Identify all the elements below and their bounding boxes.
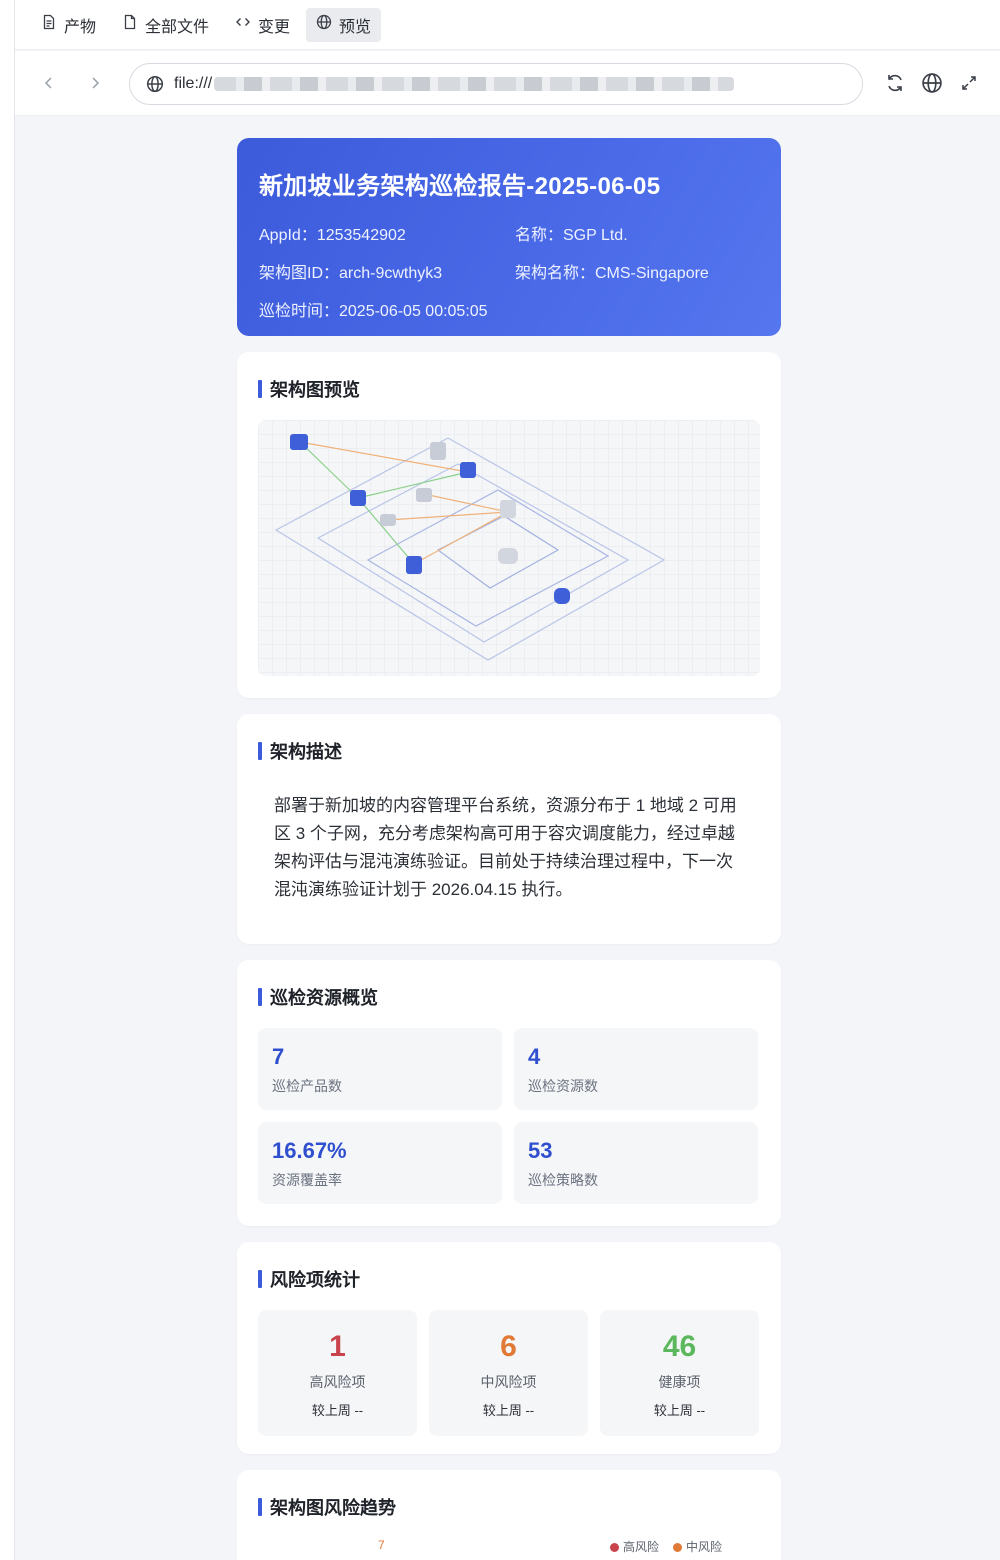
stat-label: 巡检产品数	[272, 1078, 342, 1094]
architecture-description-text: 部署于新加坡的内容管理平台系统，资源分布于 1 地域 2 可用区 3 个子网，充…	[274, 796, 737, 899]
risk-statistics-card: 风险项统计 1 高风险项 较上周 -- 6 中风险项 较上周 -- 46 健康项…	[237, 1242, 781, 1454]
section-title: 架构图预览	[258, 376, 760, 402]
legend-medium[interactable]: 中风险	[672, 1538, 722, 1555]
browser-window: 产物 全部文件 变更 预览 file:/// 新加坡业务架构巡检报告-2025-…	[14, 0, 1000, 1560]
risk-compare: 较上周 --	[311, 1403, 364, 1418]
architecture-diagram[interactable]	[258, 420, 760, 676]
expand-button[interactable]	[958, 72, 982, 96]
architecture-diagram-graphic	[274, 434, 666, 661]
risk-trend-card: 架构图风险趋势 7 高风险 中风险	[237, 1470, 781, 1560]
back-button[interactable]	[37, 71, 61, 95]
risk-high: 1 高风险项 较上周 --	[258, 1310, 417, 1436]
legend-high-swatch	[609, 1543, 619, 1552]
risk-compare: 较上周 --	[482, 1403, 535, 1418]
url-redacted	[214, 77, 735, 91]
inspection-time-field: 巡检时间：2025-06-05 00:05:05	[259, 303, 488, 320]
risk-healthy: 46 健康项 较上周 --	[600, 1310, 759, 1436]
refresh-icon	[888, 74, 902, 92]
tab-all-files[interactable]: 全部文件	[112, 8, 219, 42]
tab-label: 产物	[64, 18, 97, 36]
risk-compare: 较上周 --	[653, 1403, 706, 1418]
trend-peak-label: 7	[378, 1538, 385, 1552]
tab-artifacts[interactable]: 产物	[31, 8, 106, 42]
tab-label: 变更	[258, 18, 291, 36]
stat-coverage: 16.67% 资源覆盖率	[258, 1122, 502, 1204]
section-title: 巡检资源概览	[258, 984, 760, 1010]
globe-icon	[922, 73, 942, 93]
appid-field: AppId：1253542902	[259, 227, 406, 244]
report-page: 新加坡业务架构巡检报告-2025-06-05 AppId：1253542902 …	[237, 138, 781, 1560]
globe-icon	[316, 14, 332, 35]
risk-label: 中风险项	[480, 1374, 537, 1390]
code-icon	[235, 14, 251, 35]
stat-value: 16.67%	[272, 1138, 347, 1163]
architecture-preview-card: 架构图预览	[237, 352, 781, 698]
tab-bar: 产物 全部文件 变更 预览	[15, 0, 1000, 50]
legend-label: 中风险	[685, 1540, 722, 1554]
section-title: 架构描述	[258, 738, 760, 764]
arch-id-field: 架构图ID：arch-9cwthyk3	[259, 265, 443, 282]
legend-high[interactable]: 高风险	[609, 1538, 659, 1555]
risk-medium: 6 中风险项 较上周 --	[429, 1310, 588, 1436]
file-icon	[41, 14, 57, 35]
globe-icon	[146, 75, 164, 93]
expand-icon	[962, 76, 976, 90]
risk-value: 6	[500, 1330, 517, 1363]
stat-policies: 53 巡检策略数	[514, 1122, 758, 1204]
risk-value: 1	[329, 1330, 346, 1363]
chevron-left-icon	[44, 77, 52, 89]
chevron-right-icon	[92, 77, 100, 89]
tab-label: 预览	[339, 18, 372, 36]
stat-label: 巡检资源数	[528, 1078, 598, 1094]
url-input[interactable]: file:///	[129, 63, 863, 105]
stat-label: 资源覆盖率	[272, 1172, 342, 1188]
tab-changes[interactable]: 变更	[225, 8, 300, 42]
risk-label: 高风险项	[309, 1374, 366, 1390]
stat-products: 7 巡检产品数	[258, 1028, 502, 1110]
trend-legend: 高风险 中风险	[609, 1538, 722, 1555]
stat-value: 7	[272, 1044, 285, 1069]
forward-button[interactable]	[83, 71, 107, 95]
report-header: 新加坡业务架构巡检报告-2025-06-05 AppId：1253542902 …	[237, 138, 781, 336]
section-title: 风险项统计	[258, 1266, 760, 1292]
tab-preview[interactable]: 预览	[306, 7, 382, 42]
open-browser-button[interactable]	[921, 72, 945, 96]
architecture-description-card: 架构描述 部署于新加坡的内容管理平台系统，资源分布于 1 地域 2 可用区 3 …	[237, 714, 781, 944]
stat-value: 4	[528, 1044, 541, 1069]
tab-label: 全部文件	[145, 18, 210, 36]
cloud-node-icons	[290, 434, 570, 604]
report-title: 新加坡业务架构巡检报告-2025-06-05	[259, 173, 661, 200]
name-field: 名称：SGP Ltd.	[515, 227, 628, 244]
risk-value: 46	[662, 1330, 697, 1363]
section-title: 架构图风险趋势	[258, 1494, 760, 1520]
legend-medium-swatch	[672, 1543, 682, 1552]
reload-button[interactable]	[884, 72, 908, 96]
stat-value: 53	[528, 1138, 553, 1163]
legend-label: 高风险	[622, 1540, 659, 1554]
arch-name-field: 架构名称：CMS-Singapore	[515, 265, 709, 282]
address-bar: file:///	[15, 51, 1000, 116]
stat-label: 巡检策略数	[528, 1172, 598, 1188]
risk-label: 健康项	[658, 1374, 701, 1390]
stat-resources: 4 巡检资源数	[514, 1028, 758, 1110]
resource-overview-card: 巡检资源概览 7 巡检产品数 4 巡检资源数 16.67% 资源覆盖率 53 巡…	[237, 960, 781, 1226]
url-prefix: file:///	[174, 75, 213, 92]
document-icon	[122, 14, 138, 35]
